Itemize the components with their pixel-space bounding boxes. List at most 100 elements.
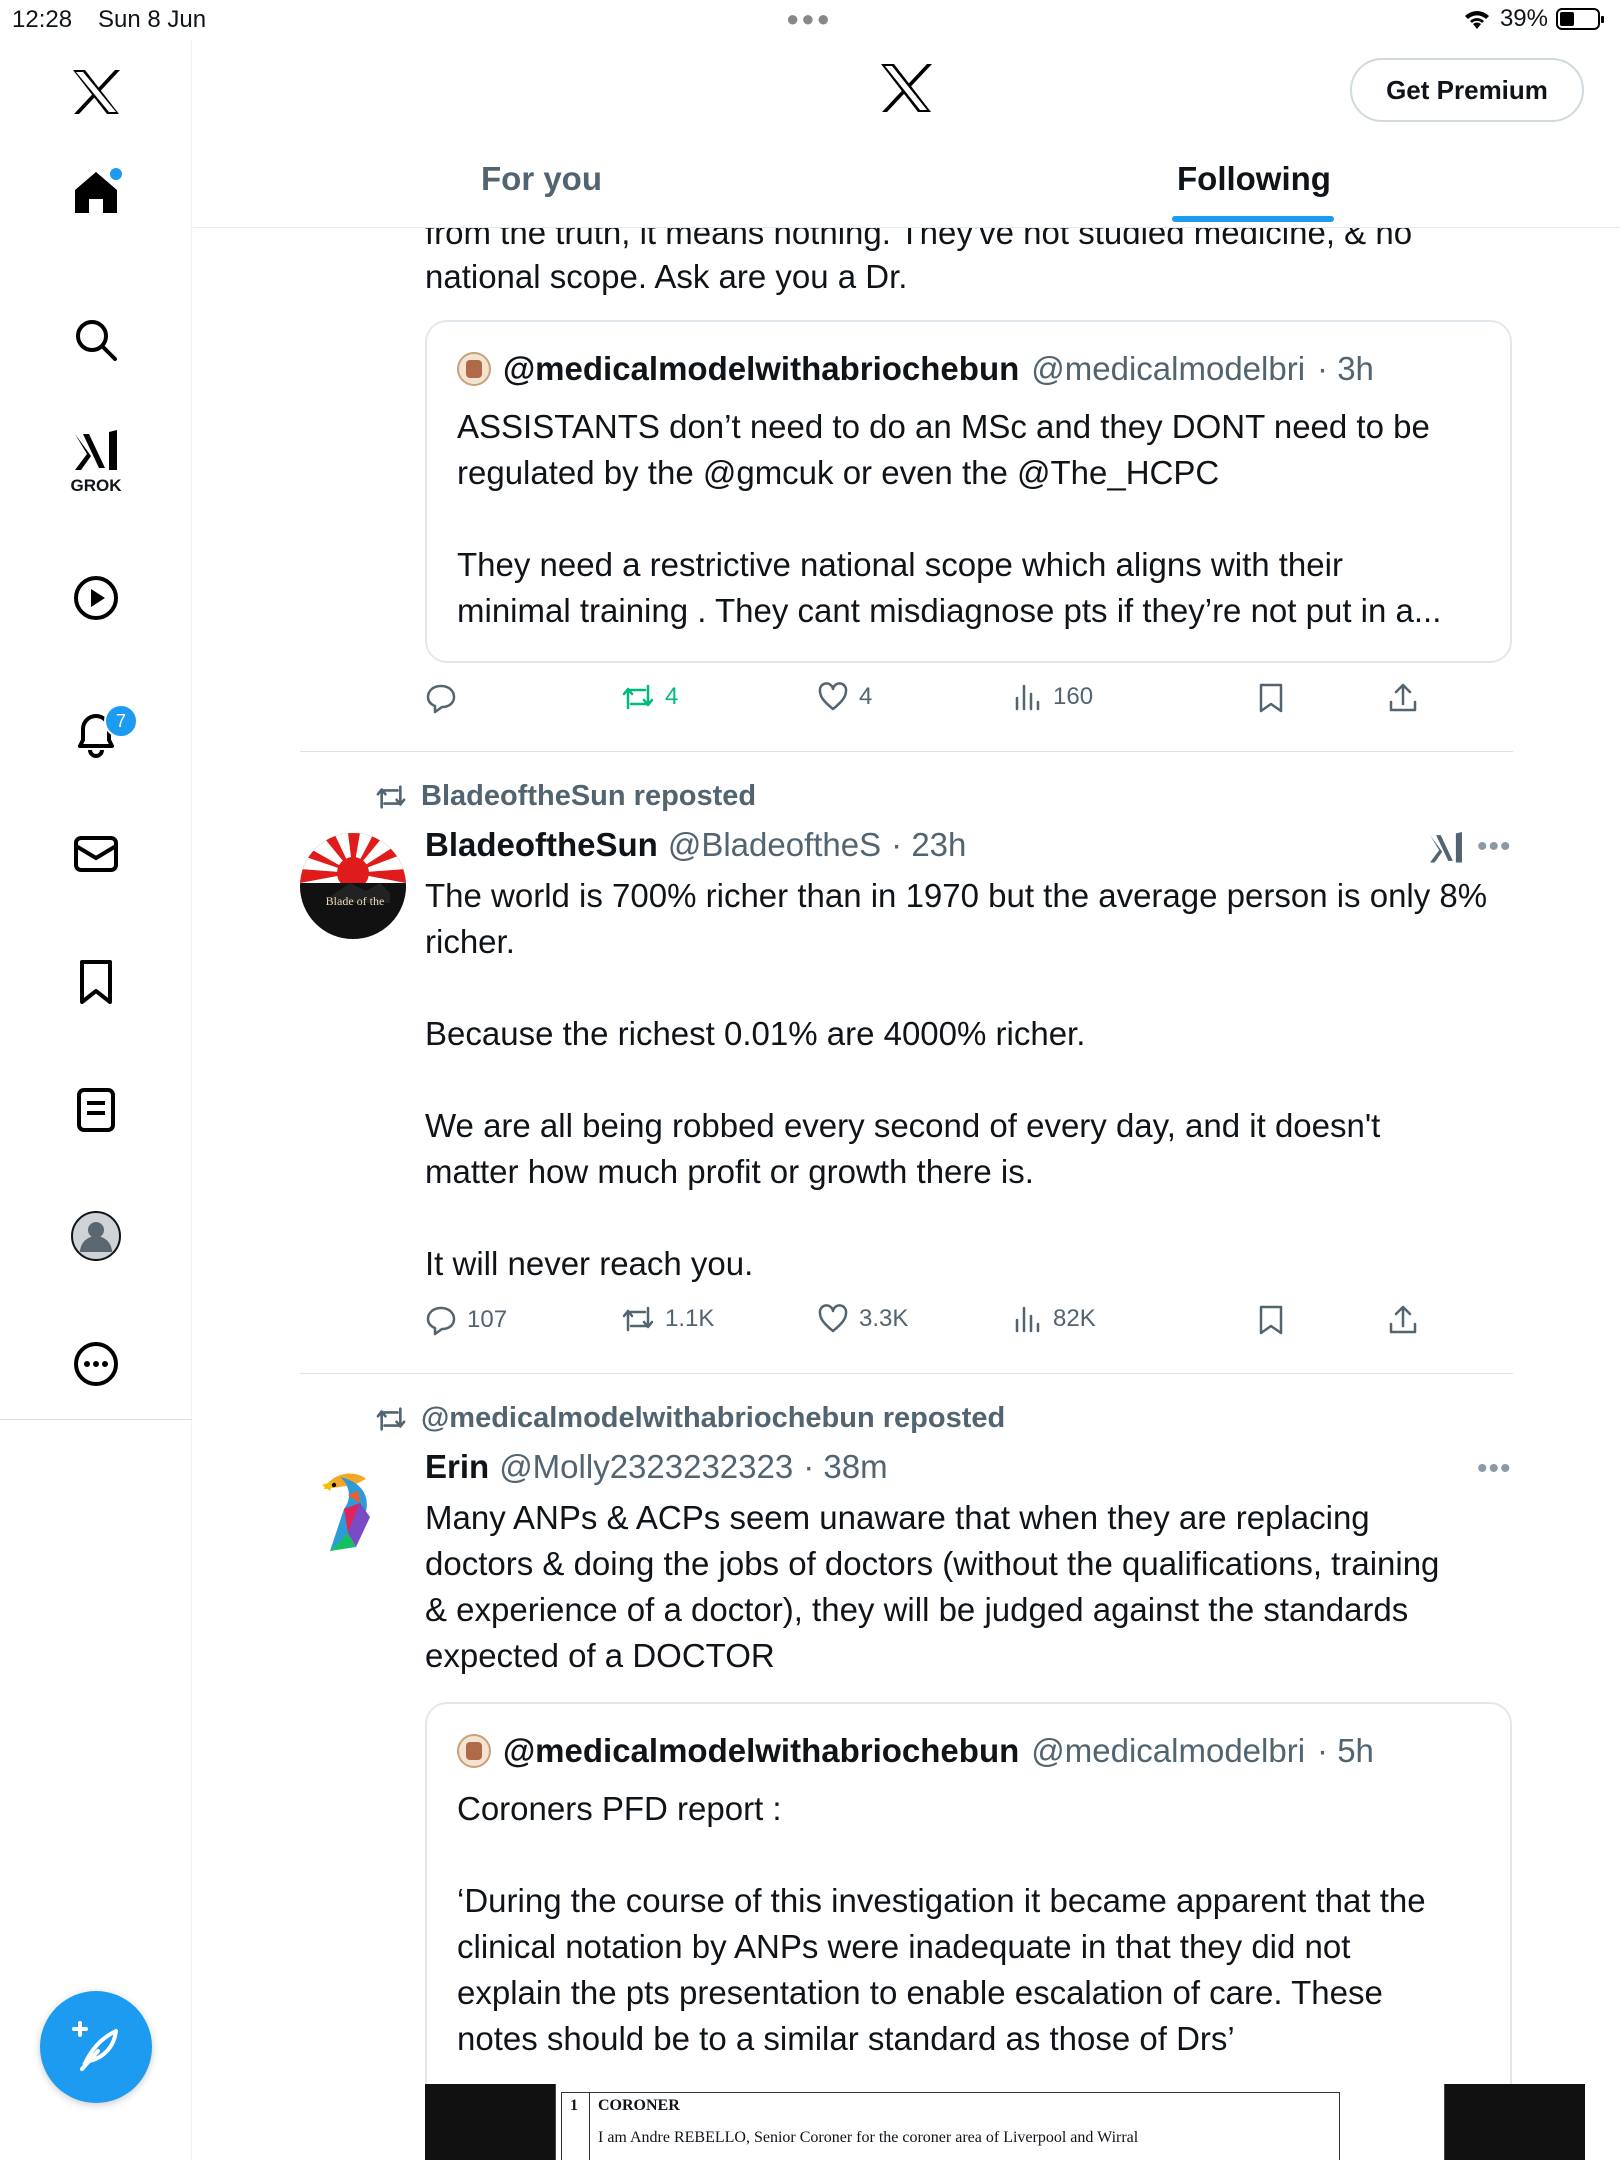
- tweet-header: BladeoftheSun @BladeoftheS · 23h: [425, 826, 966, 864]
- repost-count: 4: [665, 683, 679, 710]
- sidebar-item-messages[interactable]: [0, 824, 192, 884]
- active-tab-indicator: [1172, 216, 1334, 222]
- repost-context[interactable]: @medicalmodelwithabriochebun reposted: [375, 1402, 1005, 1435]
- status-date: Sun 8 Jun: [98, 6, 207, 33]
- quote-author-handle: @medicalmodelbri: [1031, 1732, 1306, 1769]
- sidebar-item-home[interactable]: [0, 162, 192, 222]
- quote-line: They need a restrictive national scope w…: [457, 546, 1343, 583]
- bookmark-button[interactable]: [1257, 682, 1285, 714]
- avatar[interactable]: Blade of the: [300, 833, 406, 939]
- quote-line: Coroners PFD report :: [457, 1790, 782, 1827]
- compose-post-button[interactable]: [40, 1991, 152, 2103]
- sidebar-item-explore[interactable]: [0, 310, 192, 370]
- more-icon: [74, 1342, 118, 1386]
- list-icon: [77, 1088, 115, 1132]
- home-icon: [75, 168, 122, 213]
- repost-context[interactable]: BladeoftheSun reposted: [375, 780, 756, 813]
- quote-line: ‘During the course of this investigation…: [457, 1882, 1426, 1919]
- author-name[interactable]: Erin: [425, 1448, 489, 1486]
- sidebar-item-more[interactable]: [0, 1334, 192, 1394]
- doc-section-number: 1: [561, 2092, 590, 2160]
- repost-button[interactable]: 1.1K: [621, 1304, 714, 1334]
- tweet-actions: 4 4 160: [425, 682, 1605, 722]
- tweet-header: Erin @Molly2323232323 · 38m: [425, 1448, 888, 1486]
- views-button[interactable]: 82K: [1013, 1304, 1096, 1334]
- sidebar-item-video[interactable]: [0, 568, 192, 628]
- grok-icon: [75, 430, 117, 470]
- like-button[interactable]: 4: [817, 682, 872, 712]
- avatar[interactable]: [300, 1455, 406, 1561]
- reply-icon: [426, 684, 456, 714]
- grok-label: GROK: [70, 476, 122, 495]
- quote-line: explain the pts presentation to enable e…: [457, 1974, 1383, 2011]
- share-button[interactable]: [1387, 682, 1419, 714]
- quote-avatar: [457, 1734, 491, 1768]
- quote-line: notes should be to a similar standard as…: [457, 2020, 1235, 2057]
- author-handle[interactable]: @Molly2323232323: [499, 1448, 793, 1486]
- sidebar-item-profile[interactable]: [0, 1206, 192, 1266]
- quoted-tweet[interactable]: @medicalmodelwithabriochebun @medicalmod…: [425, 320, 1512, 663]
- status-time: 12:28: [12, 6, 73, 33]
- like-count: 4: [859, 683, 873, 710]
- tweet-text: national scope. Ask are you a Dr.: [425, 258, 908, 295]
- get-premium-button[interactable]: Get Premium: [1350, 58, 1584, 122]
- play-icon: [74, 576, 118, 620]
- author-handle[interactable]: @BladeoftheS: [668, 826, 881, 864]
- reply-count: 107: [467, 1306, 508, 1333]
- battery-percent: 39%: [1499, 5, 1548, 32]
- reply-button[interactable]: [425, 682, 467, 714]
- sidebar-item-grok[interactable]: GROK: [0, 422, 192, 502]
- repost-context-text: BladeoftheSun reposted: [421, 780, 757, 812]
- heart-icon: [818, 682, 848, 711]
- sidebar-item-notifications[interactable]: 7: [0, 694, 192, 774]
- quote-time: · 5h: [1317, 1732, 1374, 1769]
- sidebar-item-bookmarks[interactable]: [0, 952, 192, 1012]
- tweet-body: Many ANPs & ACPs seem unaware that when …: [425, 1499, 1440, 1674]
- repost-count: 1.1K: [665, 1305, 715, 1332]
- tweet-separator: [300, 1373, 1513, 1374]
- grok-explain-icon[interactable]: [1427, 830, 1465, 866]
- quote-author-name: @medicalmodelwithabriochebun: [503, 1732, 1020, 1769]
- quote-author-name: @medicalmodelwithabriochebun: [503, 350, 1020, 387]
- tweet-actions: 107 1.1K 3.3K 82K: [425, 1304, 1605, 1344]
- coroner-report-table: 1 CORONER I am Andre REBELLO, Senior Cor…: [561, 2092, 1340, 2160]
- tweet-time[interactable]: · 23h: [891, 826, 966, 864]
- avatar-text: Blade of the: [325, 894, 385, 908]
- quoted-document-image[interactable]: 1 CORONER I am Andre REBELLO, Senior Cor…: [425, 2084, 1585, 2160]
- share-button[interactable]: [1387, 1304, 1419, 1336]
- author-name[interactable]: BladeoftheSun: [425, 826, 658, 864]
- x-logo-icon: [73, 70, 120, 114]
- repost-button[interactable]: 4: [621, 682, 678, 712]
- search-icon: [76, 320, 117, 361]
- tweet-separator: [300, 751, 1513, 752]
- more-options-icon[interactable]: •••: [1477, 1452, 1512, 1486]
- tab-for-you[interactable]: For you: [481, 160, 602, 198]
- multitask-dots-icon[interactable]: ●●●: [786, 6, 832, 32]
- status-bar: 12:28 Sun 8 Jun ●●● 39%: [0, 0, 1620, 40]
- battery-icon: [1556, 8, 1604, 30]
- repost-icon: [376, 784, 406, 809]
- more-options-icon[interactable]: •••: [1477, 830, 1512, 864]
- view-count: 82K: [1053, 1305, 1096, 1332]
- heart-icon: [818, 1304, 848, 1333]
- reply-button[interactable]: 107: [425, 1304, 507, 1336]
- share-icon: [1389, 683, 1417, 712]
- bookmark-icon: [80, 960, 112, 1004]
- views-icon: [1015, 1306, 1040, 1333]
- timeline-header: Get Premium For you Following: [193, 40, 1620, 228]
- bookmark-button[interactable]: [1257, 1304, 1285, 1336]
- share-icon: [1389, 1305, 1417, 1334]
- wifi-icon: [1464, 11, 1489, 29]
- sidebar-item-lists[interactable]: [0, 1080, 192, 1140]
- views-button[interactable]: 160: [1013, 682, 1093, 712]
- like-button[interactable]: 3.3K: [817, 1304, 908, 1334]
- sidebar-nav: GROK 7: [0, 40, 192, 2160]
- sidebar-item-x-logo[interactable]: [0, 62, 192, 122]
- tab-following[interactable]: Following: [1177, 160, 1331, 198]
- view-count: 160: [1053, 683, 1094, 710]
- timeline-feed: from the truth, it means nothing. They'v…: [193, 228, 1620, 2160]
- bookmark-icon: [1259, 683, 1283, 713]
- repost-icon: [376, 1406, 406, 1431]
- bookmark-icon: [1259, 1305, 1283, 1335]
- tweet-time[interactable]: · 38m: [803, 1448, 887, 1486]
